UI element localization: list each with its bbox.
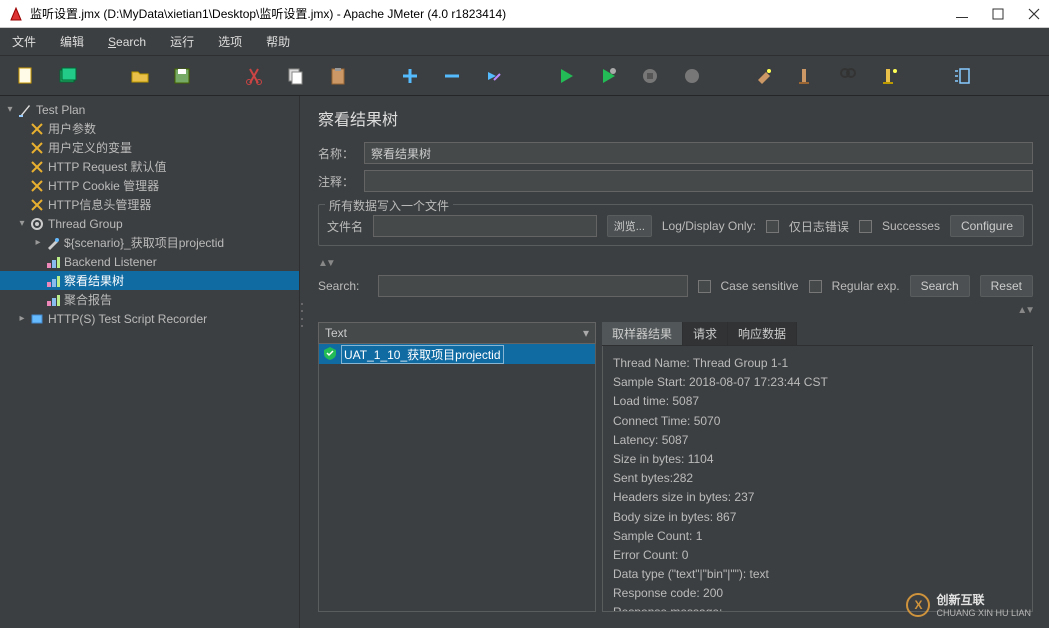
tab-response[interactable]: 响应数据 (728, 322, 797, 345)
toolbar (0, 56, 1049, 96)
success-icon (323, 346, 337, 363)
comment-input[interactable] (364, 170, 1033, 192)
case-sensitive-checkbox[interactable] (698, 280, 711, 293)
functionhelper-icon[interactable] (946, 60, 978, 92)
toggle-icon[interactable] (478, 60, 510, 92)
regex-checkbox[interactable] (809, 280, 822, 293)
detail-line: Sample Count: 1 (613, 527, 1022, 546)
shutdown-icon[interactable] (676, 60, 708, 92)
menu-file[interactable]: 文件 (6, 31, 42, 52)
detail-line: Error Count: 0 (613, 546, 1022, 565)
templates-icon[interactable] (52, 60, 84, 92)
tree-viewresults[interactable]: 察看结果树 (0, 271, 299, 290)
app-icon (8, 6, 24, 22)
detail-line: Data type ("text"|"bin"|""): text (613, 565, 1022, 584)
name-input[interactable] (364, 142, 1033, 164)
browse-button[interactable]: 浏览... (607, 215, 652, 237)
name-label: 名称： (318, 145, 358, 162)
comment-label: 注释： (318, 173, 358, 190)
expand-icon[interactable] (394, 60, 426, 92)
tree-userparams[interactable]: 用户参数 (0, 119, 299, 138)
window-title: 监听设置.jmx (D:\MyData\xietian1\Desktop\监听设… (30, 5, 955, 22)
reset-button[interactable]: Reset (980, 275, 1033, 297)
collapse-handle2-icon[interactable]: ▲▼ (318, 305, 1033, 316)
detail-line: Sample Start: 2018-08-07 17:23:44 CST (613, 373, 1022, 392)
resetsearch-icon[interactable] (874, 60, 906, 92)
tree-backend[interactable]: Backend Listener (0, 252, 299, 271)
tab-request[interactable]: 请求 (683, 322, 728, 345)
maximize-icon[interactable] (991, 7, 1005, 21)
clear-icon[interactable] (748, 60, 780, 92)
open-icon[interactable] (124, 60, 156, 92)
watermark-logo: X 创新互联 CHUANG XIN HU LIAN (906, 591, 1031, 618)
tree-aggreport[interactable]: 聚合报告 (0, 290, 299, 309)
detail-line: Size in bytes: 1104 (613, 450, 1022, 469)
collapse-handle-icon[interactable]: ▲▼ (318, 258, 1033, 269)
filename-input[interactable] (373, 215, 597, 237)
start-icon[interactable] (550, 60, 582, 92)
view-results-panel: 察看结果树 名称： 注释： 所有数据写入一个文件 文件名 浏览... Log/D… (300, 96, 1049, 628)
menubar: 文件 编辑 Search 运行 选项 帮助 (0, 28, 1049, 56)
tree-threadgroup[interactable]: ▾Thread Group (0, 214, 299, 233)
detail-line: Headers size in bytes: 237 (613, 488, 1022, 507)
test-plan-tree[interactable]: ▾Test Plan 用户参数 用户定义的变量 HTTP Request 默认值… (0, 96, 300, 628)
window-titlebar: 监听设置.jmx (D:\MyData\xietian1\Desktop\监听设… (0, 0, 1049, 28)
menu-edit[interactable]: 编辑 (54, 31, 90, 52)
tab-sampler-result[interactable]: 取样器结果 (602, 322, 683, 345)
start-notimers-icon[interactable] (592, 60, 624, 92)
menu-help[interactable]: 帮助 (260, 31, 296, 52)
tree-recorder[interactable]: ▸HTTP(S) Test Script Recorder (0, 309, 299, 328)
result-row[interactable]: UAT_1_10_获取项目projectid (319, 344, 595, 364)
close-icon[interactable] (1027, 7, 1041, 21)
sampler-result-detail[interactable]: Thread Name: Thread Group 1-1 Sample Sta… (602, 346, 1033, 612)
detail-line: Connect Time: 5070 (613, 412, 1022, 431)
clearall-icon[interactable] (790, 60, 822, 92)
configure-button[interactable]: Configure (950, 215, 1024, 237)
tree-uservars[interactable]: 用户定义的变量 (0, 138, 299, 157)
menu-search[interactable]: Search (102, 33, 152, 51)
successes-checkbox[interactable] (859, 220, 872, 233)
searchtree-icon[interactable] (832, 60, 864, 92)
detail-line: Latency: 5087 (613, 431, 1022, 450)
collapse-icon[interactable] (436, 60, 468, 92)
logo-icon: X (906, 593, 930, 617)
menu-run[interactable]: 运行 (164, 31, 200, 52)
results-list[interactable]: UAT_1_10_获取项目projectid (318, 344, 596, 612)
renderer-dropdown[interactable]: Text (318, 322, 596, 344)
detail-line: Load time: 5087 (613, 392, 1022, 411)
write-results-fieldset: 所有数据写入一个文件 文件名 浏览... Log/Display Only: 仅… (318, 204, 1033, 246)
tree-cookies[interactable]: HTTP Cookie 管理器 (0, 176, 299, 195)
case-sensitive-label: Case sensitive (721, 279, 799, 293)
search-button[interactable]: Search (910, 275, 970, 297)
tree-scenario[interactable]: ▸${scenario}_获取项目projectid (0, 233, 299, 252)
copy-icon[interactable] (280, 60, 312, 92)
cut-icon[interactable] (238, 60, 270, 92)
paste-icon[interactable] (322, 60, 354, 92)
sample-name: UAT_1_10_获取项目projectid (341, 345, 504, 364)
new-icon[interactable] (10, 60, 42, 92)
search-input[interactable] (378, 275, 688, 297)
menu-options[interactable]: 选项 (212, 31, 248, 52)
errors-only-label: 仅日志错误 (789, 218, 849, 235)
minimize-icon[interactable] (955, 7, 969, 21)
tree-httpdefaults[interactable]: HTTP Request 默认值 (0, 157, 299, 176)
search-label: Search: (318, 279, 368, 293)
tree-testplan[interactable]: ▾Test Plan (0, 100, 299, 119)
stop-icon[interactable] (634, 60, 666, 92)
regex-label: Regular exp. (832, 279, 900, 293)
logdisplay-label: Log/Display Only: (662, 219, 756, 233)
detail-line: Thread Name: Thread Group 1-1 (613, 354, 1022, 373)
errors-only-checkbox[interactable] (766, 220, 779, 233)
fieldset-legend: 所有数据写入一个文件 (325, 197, 453, 214)
detail-line: Body size in bytes: 867 (613, 508, 1022, 527)
tree-headers[interactable]: HTTP信息头管理器 (0, 195, 299, 214)
save-icon[interactable] (166, 60, 198, 92)
result-tabs: 取样器结果 请求 响应数据 (602, 322, 1033, 346)
splitter-handle-icon[interactable] (299, 300, 304, 330)
panel-heading: 察看结果树 (318, 106, 1033, 130)
successes-label: Successes (882, 219, 940, 233)
detail-line: Sent bytes:282 (613, 469, 1022, 488)
filename-label: 文件名 (327, 218, 363, 235)
